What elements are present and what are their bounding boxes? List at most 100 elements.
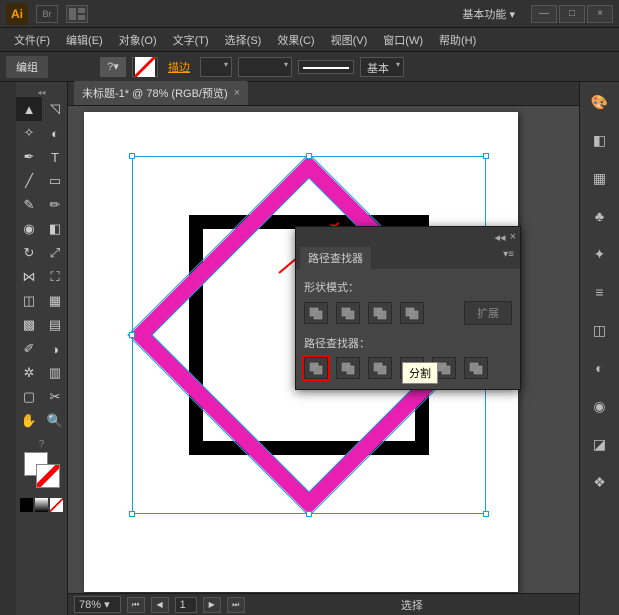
type-tool[interactable]: T bbox=[42, 145, 68, 169]
pen-tool[interactable]: ✒ bbox=[16, 145, 42, 169]
stroke-swatch[interactable] bbox=[132, 57, 158, 77]
menu-help[interactable]: 帮助(H) bbox=[433, 29, 482, 51]
stroke-weight-dropdown[interactable] bbox=[200, 57, 232, 77]
divide-button[interactable] bbox=[304, 357, 328, 379]
minus-back-button[interactable] bbox=[464, 357, 488, 379]
scale-tool[interactable]: ⤢ bbox=[42, 241, 68, 265]
arrange-documents-button[interactable] bbox=[66, 5, 88, 23]
rectangle-tool[interactable]: ▭ bbox=[42, 169, 68, 193]
workspace-switcher[interactable]: 基本功能 ▾ bbox=[454, 2, 523, 26]
color-mode-row bbox=[16, 496, 67, 514]
color-panel-icon[interactable]: 🎨 bbox=[588, 90, 612, 114]
stroke-label-link[interactable]: 描边 bbox=[164, 59, 194, 75]
fill-swatch[interactable]: ?▾ bbox=[100, 57, 126, 77]
unite-button[interactable] bbox=[304, 302, 328, 324]
next-artboard-button[interactable]: ▶ bbox=[203, 597, 221, 613]
graphic-styles-panel-icon[interactable]: ◪ bbox=[588, 432, 612, 456]
maximize-button[interactable]: □ bbox=[559, 5, 585, 23]
mesh-tool[interactable]: ▩ bbox=[16, 313, 42, 337]
exclude-button[interactable] bbox=[400, 302, 424, 324]
handle-n[interactable] bbox=[306, 153, 312, 159]
blend-tool[interactable]: ◑ bbox=[42, 337, 68, 361]
graph-tool[interactable]: ▥ bbox=[42, 361, 68, 385]
variable-width-dropdown[interactable] bbox=[238, 57, 292, 77]
pencil-tool[interactable]: ✏ bbox=[42, 193, 68, 217]
handle-nw[interactable] bbox=[129, 153, 135, 159]
color-guide-panel-icon[interactable]: ◧ bbox=[588, 128, 612, 152]
swatches-panel-icon[interactable]: ▦ bbox=[588, 166, 612, 190]
menu-type[interactable]: 文字(T) bbox=[167, 29, 215, 51]
rotate-tool[interactable]: ↻ bbox=[16, 241, 42, 265]
document-tab[interactable]: 未标题-1* @ 78% (RGB/预览) × bbox=[74, 81, 248, 105]
tab-close-button[interactable]: × bbox=[234, 87, 240, 99]
first-artboard-button[interactable]: ⏮ bbox=[127, 597, 145, 613]
panel-tab-pathfinder[interactable]: 路径查找器 bbox=[300, 247, 371, 269]
width-tool[interactable]: ⋈ bbox=[16, 265, 42, 289]
handle-se[interactable] bbox=[483, 511, 489, 517]
menu-window[interactable]: 窗口(W) bbox=[377, 29, 429, 51]
artboard-tool[interactable]: ▢ bbox=[16, 385, 42, 409]
direct-selection-tool[interactable]: ◹ bbox=[42, 97, 68, 121]
last-artboard-button[interactable]: ⏭ bbox=[227, 597, 245, 613]
minimize-button[interactable]: — bbox=[531, 5, 557, 23]
shape-builder-tool[interactable]: ◫ bbox=[16, 289, 42, 313]
menu-select[interactable]: 选择(S) bbox=[219, 29, 268, 51]
minus-front-button[interactable] bbox=[336, 302, 360, 324]
none-swatch[interactable] bbox=[50, 498, 63, 512]
handle-s[interactable] bbox=[306, 511, 312, 517]
zoom-tool[interactable]: 🔍 bbox=[42, 409, 68, 433]
menu-file[interactable]: 文件(F) bbox=[8, 29, 56, 51]
handle-sw[interactable] bbox=[129, 511, 135, 517]
eraser-tool[interactable]: ◧ bbox=[42, 217, 68, 241]
line-tool[interactable]: ╱ bbox=[16, 169, 42, 193]
menu-edit[interactable]: 编辑(E) bbox=[60, 29, 109, 51]
zoom-level-input[interactable]: 78% ▾ bbox=[74, 596, 121, 613]
menu-object[interactable]: 对象(O) bbox=[113, 29, 163, 51]
gradient-panel-icon[interactable]: ◫ bbox=[588, 318, 612, 342]
slice-tool[interactable]: ✂ bbox=[42, 385, 68, 409]
panel-menu-icon[interactable]: ▾≡ bbox=[503, 249, 514, 260]
brushes-panel-icon[interactable]: ♣ bbox=[588, 204, 612, 228]
appearance-panel-icon[interactable]: ◉ bbox=[588, 394, 612, 418]
handle-ne[interactable] bbox=[483, 153, 489, 159]
app-bar: Ai Br 基本功能 ▾ — □ × bbox=[0, 0, 619, 28]
free-transform-tool[interactable]: ⛶ bbox=[42, 265, 68, 289]
stroke-panel-icon[interactable]: ≡ bbox=[588, 280, 612, 304]
brush-basic-dropdown[interactable]: 基本 bbox=[360, 57, 404, 77]
eyedropper-tool[interactable]: ✐ bbox=[16, 337, 42, 361]
canvas[interactable]: ◂◂ × 路径查找器 ▾≡ 形状模式： 扩展 bbox=[68, 106, 579, 593]
symbols-panel-icon[interactable]: ✦ bbox=[588, 242, 612, 266]
color-swatch[interactable] bbox=[20, 498, 33, 512]
selection-tool[interactable]: ▲ bbox=[16, 97, 42, 121]
paintbrush-tool[interactable]: ✎ bbox=[16, 193, 42, 217]
expand-button[interactable]: 扩展 bbox=[464, 301, 512, 325]
close-button[interactable]: × bbox=[587, 5, 613, 23]
perspective-tool[interactable]: ▦ bbox=[42, 289, 68, 313]
menu-view[interactable]: 视图(V) bbox=[325, 29, 374, 51]
bridge-button[interactable]: Br bbox=[36, 5, 58, 23]
gradient-swatch[interactable] bbox=[35, 498, 48, 512]
brush-preview-dropdown[interactable] bbox=[298, 60, 354, 74]
blob-brush-tool[interactable]: ◉ bbox=[16, 217, 42, 241]
fill-stroke-control[interactable]: ? bbox=[16, 433, 67, 496]
stroke-indicator[interactable] bbox=[36, 464, 60, 488]
panel-collapse-icon[interactable]: ◂◂ bbox=[495, 231, 506, 244]
hand-tool[interactable]: ✋ bbox=[16, 409, 42, 433]
magic-wand-tool[interactable]: ✧ bbox=[16, 121, 42, 145]
pathfinders-label: 路径查找器： bbox=[304, 335, 512, 351]
menu-effect[interactable]: 效果(C) bbox=[271, 29, 320, 51]
gradient-tool[interactable]: ▤ bbox=[42, 313, 68, 337]
panel-close-icon[interactable]: × bbox=[510, 231, 516, 244]
prev-artboard-button[interactable]: ◀ bbox=[151, 597, 169, 613]
layers-panel-icon[interactable]: ❖ bbox=[588, 470, 612, 494]
artboard-number-input[interactable]: 1 bbox=[175, 597, 197, 613]
status-tool-label: 选择 bbox=[401, 597, 423, 613]
intersect-button[interactable] bbox=[368, 302, 392, 324]
handle-w[interactable] bbox=[129, 332, 135, 338]
transparency-panel-icon[interactable]: ◐ bbox=[588, 356, 612, 380]
trim-button[interactable] bbox=[336, 357, 360, 379]
merge-button[interactable] bbox=[368, 357, 392, 379]
lasso-tool[interactable]: ◐ bbox=[42, 121, 68, 145]
panel-header[interactable]: ◂◂ × bbox=[296, 227, 520, 247]
symbol-sprayer-tool[interactable]: ✲ bbox=[16, 361, 42, 385]
